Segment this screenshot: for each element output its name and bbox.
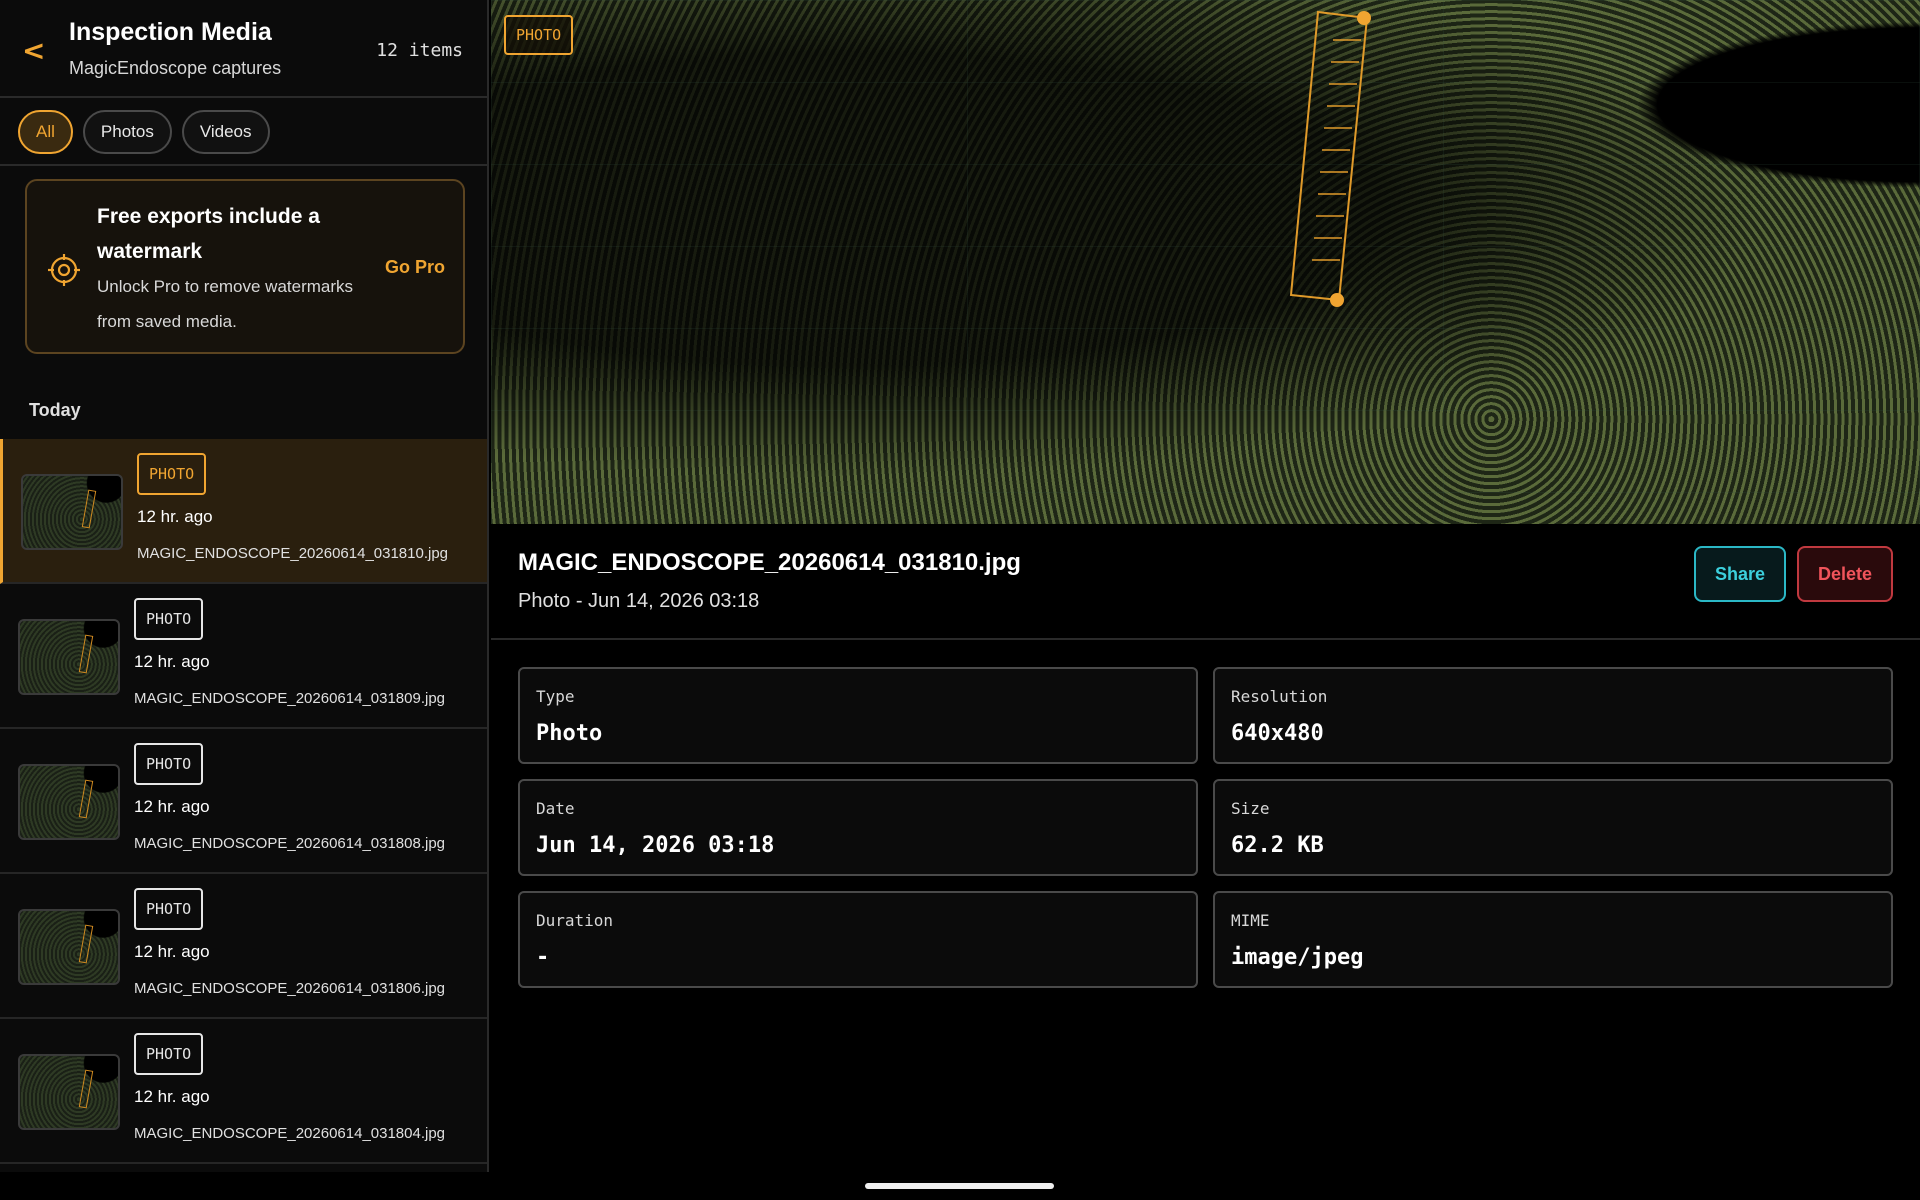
info-card-size: Size 62.2 KB bbox=[1213, 779, 1893, 876]
section-label-today: Today bbox=[29, 400, 81, 420]
media-detail-header: MAGIC_ENDOSCOPE_20260614_031810.jpg Phot… bbox=[491, 524, 1920, 640]
page-subtitle: MagicEndoscope captures bbox=[69, 58, 282, 78]
media-thumbnail bbox=[18, 764, 120, 840]
filter-all-chip[interactable]: All bbox=[18, 110, 73, 154]
media-time: 12 hr. ago bbox=[134, 942, 210, 961]
media-list-item[interactable]: PHOTO 12 hr. ago MAGIC_ENDOSCOPE_2026061… bbox=[0, 1019, 487, 1164]
share-button[interactable]: Share bbox=[1694, 546, 1786, 602]
media-list: PHOTO 12 hr. ago MAGIC_ENDOSCOPE_2026061… bbox=[0, 439, 487, 1164]
media-filename: MAGIC_ENDOSCOPE_20260614_031804.jpg bbox=[134, 1125, 446, 1142]
media-list-item[interactable]: PHOTO 12 hr. ago MAGIC_ENDOSCOPE_2026061… bbox=[0, 439, 487, 584]
preview-grid-overlay bbox=[491, 0, 1920, 524]
media-time: 12 hr. ago bbox=[134, 652, 210, 671]
measurement-ruler-overlay bbox=[1289, 10, 1371, 307]
back-button[interactable]: < bbox=[22, 34, 52, 68]
media-sidebar: < Inspection Media MagicEndoscope captur… bbox=[0, 0, 489, 1172]
info-card-date: Date Jun 14, 2026 03:18 bbox=[518, 779, 1198, 876]
info-value: image/jpeg bbox=[1231, 945, 1364, 970]
media-list-item[interactable]: PHOTO 12 hr. ago MAGIC_ENDOSCOPE_2026061… bbox=[0, 729, 487, 874]
info-label: Type bbox=[536, 687, 575, 706]
media-info-grid: Type Photo Resolution 640x480 Date Jun 1… bbox=[518, 667, 1893, 988]
page-title: Inspection Media bbox=[69, 18, 272, 46]
media-thumbnail bbox=[18, 1054, 120, 1130]
info-value: 62.2 KB bbox=[1231, 833, 1324, 858]
filter-chips: All Photos Videos bbox=[0, 98, 487, 166]
media-thumbnail bbox=[18, 909, 120, 985]
crosshair-icon bbox=[48, 254, 80, 286]
info-label: Date bbox=[536, 799, 575, 818]
info-card-duration: Duration - bbox=[518, 891, 1198, 988]
media-filename: MAGIC_ENDOSCOPE_20260614_031808.jpg bbox=[134, 835, 446, 852]
info-value: Photo bbox=[536, 721, 603, 746]
delete-button[interactable]: Delete bbox=[1797, 546, 1893, 602]
preview-type-badge: PHOTO bbox=[504, 15, 574, 55]
media-type-badge: PHOTO bbox=[134, 743, 204, 785]
home-indicator[interactable] bbox=[865, 1183, 1054, 1189]
media-list-item[interactable]: PHOTO 12 hr. ago MAGIC_ENDOSCOPE_2026061… bbox=[0, 874, 487, 1019]
filter-videos-chip[interactable]: Videos bbox=[181, 110, 270, 154]
item-count: 12 items bbox=[376, 40, 463, 61]
promo-title: Free exports include a watermark bbox=[97, 205, 320, 263]
media-list-item[interactable]: PHOTO 12 hr. ago MAGIC_ENDOSCOPE_2026061… bbox=[0, 584, 487, 729]
info-value: 640x480 bbox=[1231, 721, 1324, 746]
file-meta: Photo - Jun 14, 2026 03:18 bbox=[518, 590, 760, 612]
media-type-badge: PHOTO bbox=[134, 1033, 204, 1075]
media-type-badge: PHOTO bbox=[134, 888, 204, 930]
media-time: 12 hr. ago bbox=[134, 797, 210, 816]
info-label: Size bbox=[1231, 799, 1270, 818]
media-preview[interactable]: PHOTO bbox=[491, 0, 1920, 524]
media-time: 12 hr. ago bbox=[134, 1087, 210, 1106]
info-card-mime: MIME image/jpeg bbox=[1213, 891, 1893, 988]
info-value: - bbox=[536, 945, 550, 970]
media-filename: MAGIC_ENDOSCOPE_20260614_031810.jpg bbox=[137, 545, 449, 562]
info-value: Jun 14, 2026 03:18 bbox=[536, 833, 775, 858]
media-type-badge: PHOTO bbox=[134, 598, 204, 640]
pro-promo-card: Free exports include a watermark Unlock … bbox=[25, 179, 465, 354]
go-pro-button[interactable]: Go Pro bbox=[385, 257, 445, 278]
info-label: Duration bbox=[536, 911, 614, 930]
media-type-badge: PHOTO bbox=[137, 453, 207, 495]
file-name-title: MAGIC_ENDOSCOPE_20260614_031810.jpg bbox=[518, 549, 1021, 576]
media-thumbnail bbox=[18, 619, 120, 695]
info-label: Resolution bbox=[1231, 687, 1328, 706]
media-thumbnail bbox=[21, 474, 123, 550]
filter-photos-chip[interactable]: Photos bbox=[82, 110, 172, 154]
media-filename: MAGIC_ENDOSCOPE_20260614_031809.jpg bbox=[134, 690, 446, 707]
sidebar-header: < Inspection Media MagicEndoscope captur… bbox=[0, 0, 487, 98]
info-label: MIME bbox=[1231, 911, 1270, 930]
media-filename: MAGIC_ENDOSCOPE_20260614_031806.jpg bbox=[134, 980, 446, 997]
info-card-type: Type Photo bbox=[518, 667, 1198, 764]
info-card-resolution: Resolution 640x480 bbox=[1213, 667, 1893, 764]
promo-body: Unlock Pro to remove watermarks from sav… bbox=[97, 277, 354, 331]
media-time: 12 hr. ago bbox=[137, 507, 213, 526]
